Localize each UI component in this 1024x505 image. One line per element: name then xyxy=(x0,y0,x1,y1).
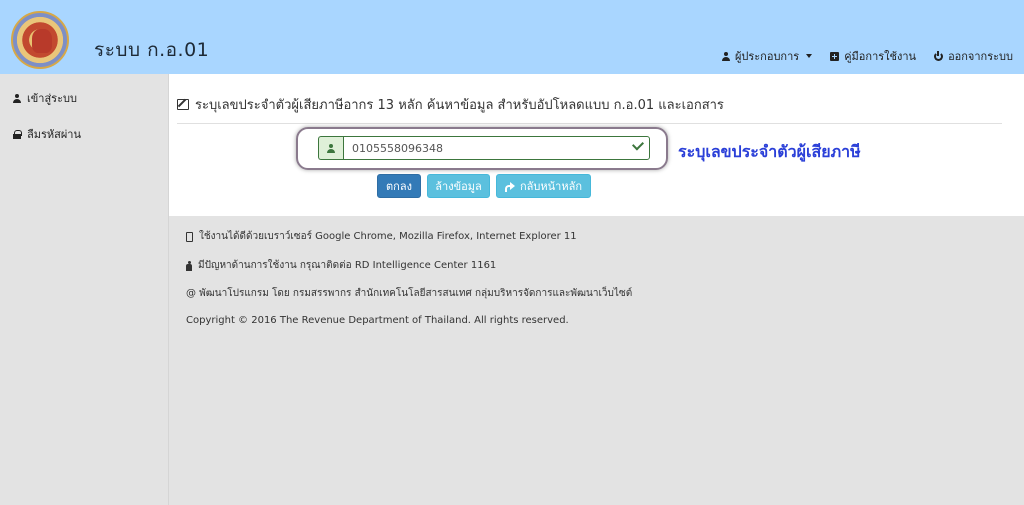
header: ระบบ ก.อ.01 ผู้ประกอบการ คู่มือการใช้งาน… xyxy=(0,0,1024,74)
share-arrow-icon xyxy=(505,182,515,192)
person-icon xyxy=(186,260,192,271)
nav-entrepreneur-dropdown[interactable]: ผู้ประกอบการ xyxy=(721,47,813,65)
edit-icon xyxy=(177,99,189,110)
tin-annotation: ระบุเลขประจำตัวผู้เสียภาษี xyxy=(678,142,861,161)
copyright-text: Copyright © 2016 The Revenue Department … xyxy=(186,315,569,326)
power-icon xyxy=(934,50,944,61)
user-icon xyxy=(721,51,730,61)
support-info: มีปัญหาด้านการใช้งาน กรุณาติดต่อ RD Inte… xyxy=(186,258,496,273)
page-heading: ระบุเลขประจำตัวผู้เสียภาษีอากร 13 หลัก ค… xyxy=(177,94,724,115)
user-icon xyxy=(13,93,21,103)
page-heading-text: ระบุเลขประจำตัวผู้เสียภาษีอากร 13 หลัก ค… xyxy=(195,98,724,113)
back-home-button[interactable]: กลับหน้าหลัก xyxy=(496,174,591,198)
lock-icon xyxy=(13,129,22,139)
support-info-text: มีปัญหาด้านการใช้งาน กรุณาติดต่อ RD Inte… xyxy=(198,260,497,271)
user-icon xyxy=(327,143,335,153)
clear-button[interactable]: ล้างข้อมูล xyxy=(427,174,490,198)
clear-button-label: ล้างข้อมูล xyxy=(435,180,482,193)
nav-manual-label: คู่มือการใช้งาน xyxy=(844,50,917,63)
sidebar: เข้าสู่ระบบ ลืมรหัสผ่าน xyxy=(0,74,169,505)
logo-emblem xyxy=(32,29,52,53)
sidebar-item-login[interactable]: เข้าสู่ระบบ xyxy=(13,89,77,107)
nav-logout-label: ออกจากระบบ xyxy=(948,50,1013,63)
browser-info: ใช้งานได้ดีด้วยเบราว์เซอร์ Google Chrome… xyxy=(186,229,577,244)
caret-down-icon xyxy=(806,54,813,58)
copyright: Copyright © 2016 The Revenue Department … xyxy=(186,315,569,326)
plus-square-icon xyxy=(830,51,840,61)
revenue-department-logo xyxy=(11,11,69,69)
top-nav: ผู้ประกอบการ คู่มือการใช้งาน ออกจากระบบ xyxy=(721,47,1013,65)
nav-entrepreneur-label: ผู้ประกอบการ xyxy=(734,50,800,63)
nav-manual-link[interactable]: คู่มือการใช้งาน xyxy=(830,47,916,65)
ok-button[interactable]: ตกลง xyxy=(377,174,421,198)
nav-logout-link[interactable]: ออกจากระบบ xyxy=(934,47,1013,65)
tin-input-group xyxy=(318,136,650,160)
divider xyxy=(177,123,1002,124)
tin-input[interactable] xyxy=(343,136,650,160)
ok-button-label: ตกลง xyxy=(386,180,412,193)
developer-info-text: @ พัฒนาโปรแกรม โดย กรมสรรพากร สำนักเทคโน… xyxy=(186,288,633,299)
back-home-label: กลับหน้าหลัก xyxy=(520,180,582,193)
sidebar-item-label: ลืมรหัสผ่าน xyxy=(27,128,82,141)
mobile-icon xyxy=(186,231,193,242)
developer-info: @ พัฒนาโปรแกรม โดย กรมสรรพากร สำนักเทคโน… xyxy=(186,286,632,301)
sidebar-item-label: เข้าสู่ระบบ xyxy=(27,92,77,105)
input-addon xyxy=(318,136,343,160)
app-title: ระบบ ก.อ.01 xyxy=(94,39,210,61)
browser-info-text: ใช้งานได้ดีด้วยเบราว์เซอร์ Google Chrome… xyxy=(199,231,577,242)
sidebar-item-forgot-password[interactable]: ลืมรหัสผ่าน xyxy=(13,125,81,143)
